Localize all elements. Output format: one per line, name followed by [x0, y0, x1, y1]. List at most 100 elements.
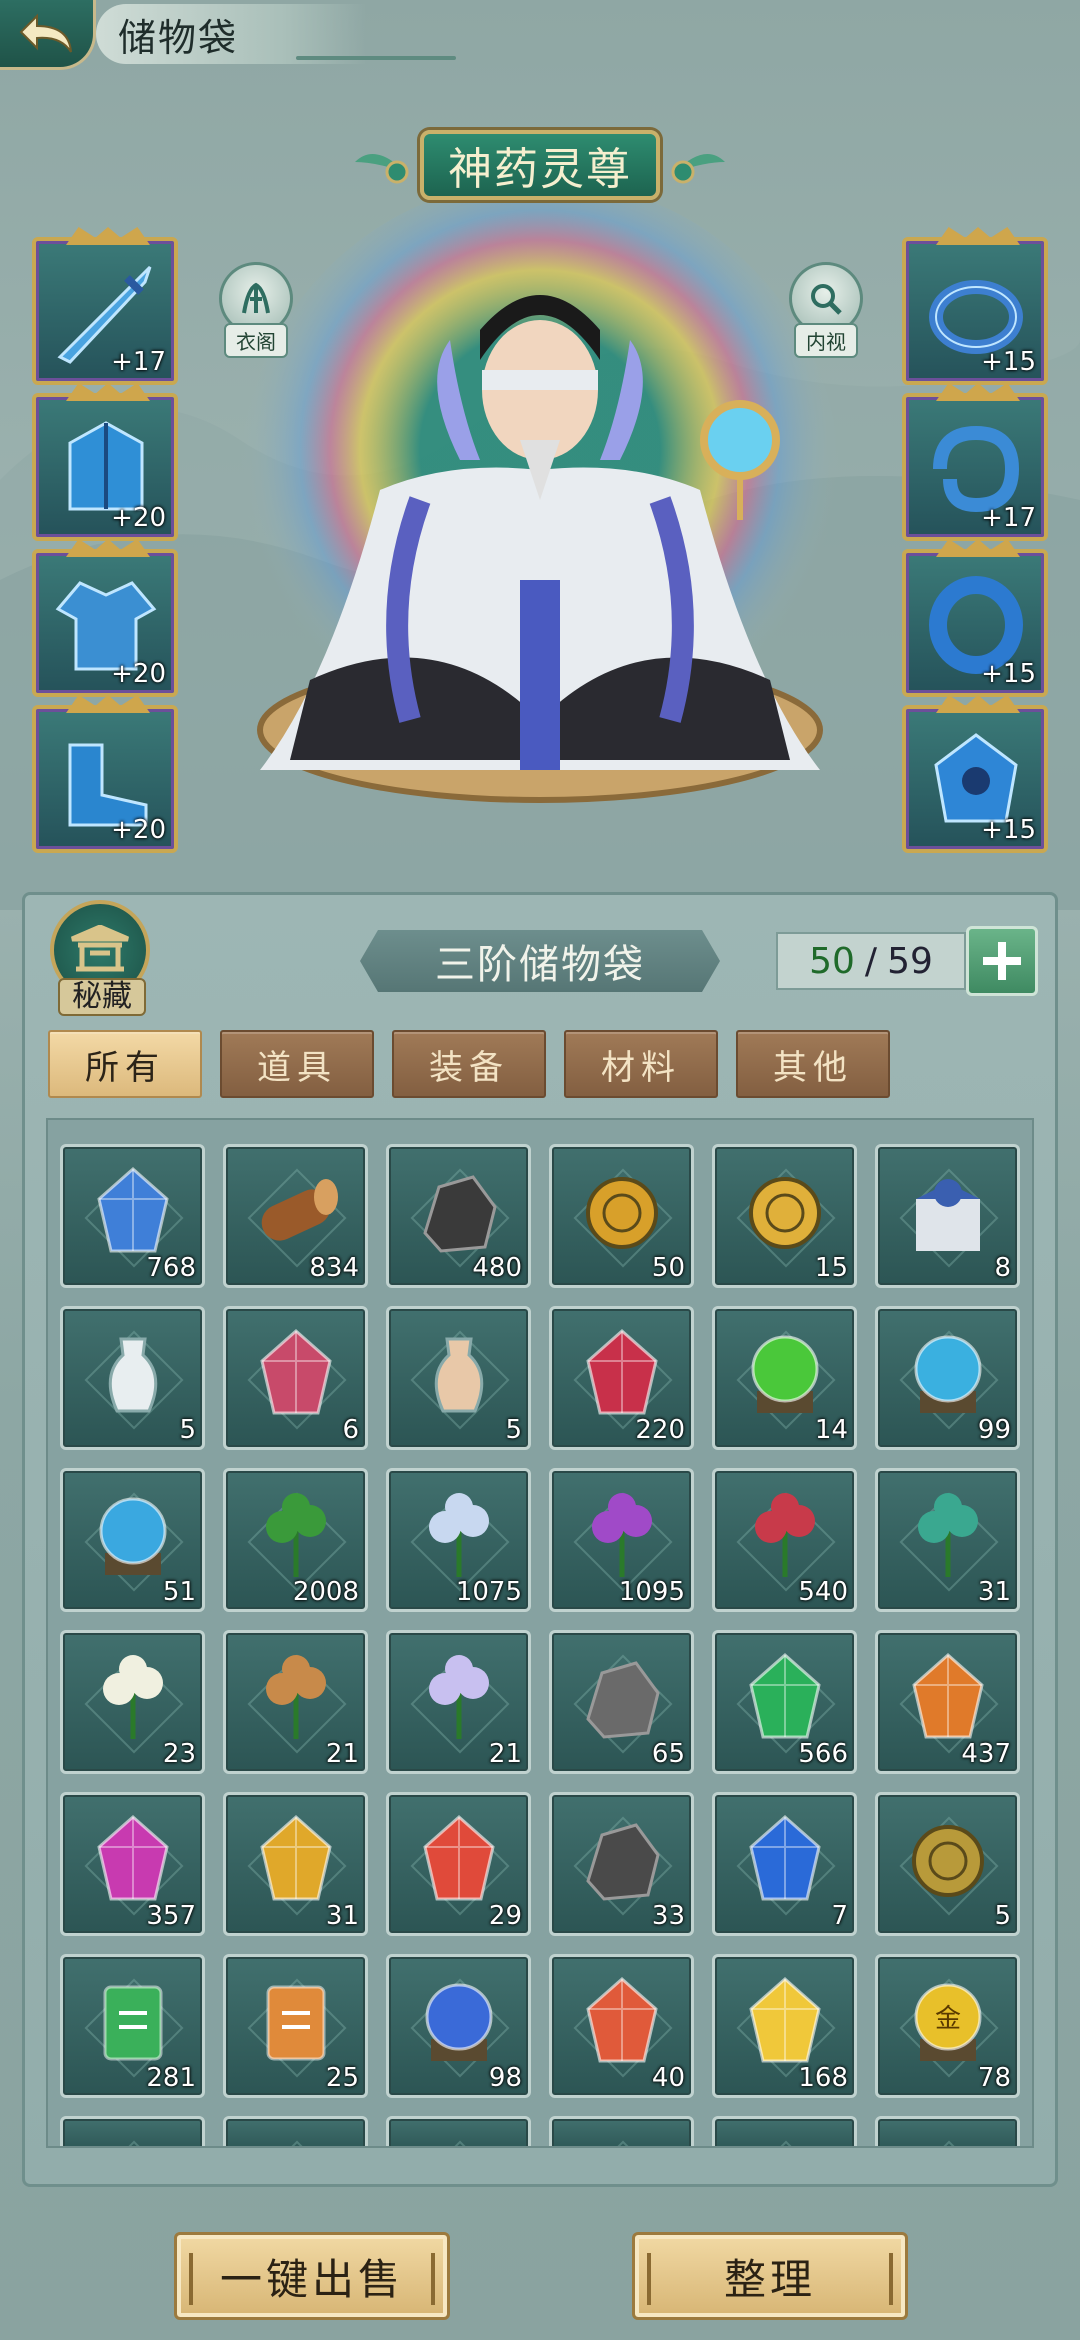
item-count: 7: [831, 1901, 848, 1931]
item-count: 1075: [455, 1577, 522, 1607]
inventory-item-partial[interactable]: [223, 2116, 368, 2146]
sort-label: 整理: [723, 2254, 816, 2304]
inventory-item[interactable]: 65: [549, 1630, 694, 1774]
inventory-item[interactable]: 5: [386, 1306, 531, 1450]
inventory-item[interactable]: 21: [386, 1630, 531, 1774]
inventory-item[interactable]: 40: [549, 1954, 694, 2098]
tab-all[interactable]: 所有: [48, 1030, 202, 1098]
red-crystal-icon: [260, 1328, 332, 1415]
equipment-slot-robe[interactable]: +20: [32, 539, 178, 697]
inventory-grid-scroll[interactable]: 768 834 480 50 15 8 5 6 5 220 14 99 51 2008 1075 1095 54…: [46, 1118, 1034, 2148]
inventory-item[interactable]: 480: [386, 1144, 531, 1288]
inventory-item[interactable]: 5: [60, 1306, 205, 1450]
inventory-item[interactable]: 50: [549, 1144, 694, 1288]
inventory-item-partial[interactable]: [875, 2116, 1020, 2146]
inventory-item-partial[interactable]: [712, 2116, 857, 2146]
right-leaf-ornament-icon: [671, 154, 725, 184]
item-count: 65: [651, 1739, 685, 1769]
item-count: 768: [146, 1253, 196, 1283]
item-count: 2008: [292, 1577, 359, 1607]
gold-medallion-icon: [749, 1177, 821, 1249]
inventory-item[interactable]: 31: [223, 1792, 368, 1936]
inventory-item[interactable]: 5: [875, 1792, 1020, 1936]
inventory-item[interactable]: 98: [386, 1954, 531, 2098]
equipment-slot-boots[interactable]: +20: [32, 695, 178, 853]
inventory-item[interactable]: 6: [223, 1306, 368, 1450]
item-count: 15: [814, 1253, 848, 1283]
inventory-item[interactable]: 33: [549, 1792, 694, 1936]
inventory-item[interactable]: 14: [712, 1306, 857, 1450]
equipment-slot-weapon[interactable]: +17: [32, 227, 178, 385]
gold-seal-icon: 金: [914, 1983, 982, 2061]
inventory-item[interactable]: 23: [60, 1630, 205, 1774]
inspect-button[interactable]: 内视: [786, 262, 866, 358]
inventory-item[interactable]: 437: [875, 1630, 1020, 1774]
inventory-item[interactable]: 357: [60, 1792, 205, 1936]
left-leaf-ornament-icon: [355, 154, 409, 184]
equipment-slot-armor[interactable]: +20: [32, 383, 178, 541]
item-count: 5: [994, 1901, 1011, 1931]
tab-others[interactable]: 其他: [736, 1030, 890, 1098]
rank-title: 神药灵尊: [420, 130, 660, 200]
inventory-item[interactable]: 540: [712, 1468, 857, 1612]
sort-button[interactable]: 整理: [632, 2232, 908, 2320]
inventory-item-partial[interactable]: [549, 2116, 694, 2146]
inventory-item[interactable]: 1095: [549, 1468, 694, 1612]
inventory-item[interactable]: 834: [223, 1144, 368, 1288]
yellow-crystal-icon: [749, 1976, 821, 2063]
inventory-item[interactable]: 金 78: [875, 1954, 1020, 2098]
item-count: 437: [961, 1739, 1011, 1769]
inventory-item[interactable]: 566: [712, 1630, 857, 1774]
inventory-item[interactable]: 8: [875, 1144, 1020, 1288]
item-count: 99: [977, 1415, 1011, 1445]
back-button[interactable]: [0, 0, 96, 70]
item-count: 50: [651, 1253, 685, 1283]
item-count: 168: [798, 2063, 848, 2093]
inventory-item[interactable]: 99: [875, 1306, 1020, 1450]
gift-box-icon: [916, 1179, 980, 1251]
inventory-item[interactable]: 31: [875, 1468, 1020, 1612]
green-orb-icon: [751, 1335, 819, 1413]
inventory-item[interactable]: 29: [386, 1792, 531, 1936]
equipment-slot-ring[interactable]: +15: [902, 227, 1048, 385]
inventory-item[interactable]: 768: [60, 1144, 205, 1288]
expand-capacity-button[interactable]: [966, 926, 1038, 996]
inventory-item[interactable]: 51: [60, 1468, 205, 1612]
capacity-separator: /: [864, 940, 878, 982]
capacity-current: 50: [809, 940, 855, 982]
inventory-item[interactable]: 21: [223, 1630, 368, 1774]
inventory-item-partial[interactable]: [386, 2116, 531, 2146]
equipment-slot-bracelet[interactable]: +15: [902, 539, 1048, 697]
tab-props[interactable]: 道具: [220, 1030, 374, 1098]
cyan-orb-icon: [99, 1497, 167, 1575]
bag-title: 三阶储物袋: [360, 930, 720, 992]
secret-stash-label: 秘藏: [58, 978, 146, 1016]
crystal-lotus-icon: [429, 1655, 489, 1739]
item-count: 5: [179, 1415, 196, 1445]
inventory-item[interactable]: 2008: [223, 1468, 368, 1612]
fire-crystal-icon: [423, 1814, 495, 1901]
green-herb-icon: [266, 1493, 326, 1577]
equipment-slot-talisman[interactable]: +15: [902, 695, 1048, 853]
item-count: 357: [146, 1901, 196, 1931]
item-count: 14: [814, 1415, 848, 1445]
inventory-item[interactable]: 15: [712, 1144, 857, 1288]
item-count: 480: [472, 1253, 522, 1283]
inventory-item-partial[interactable]: [60, 2116, 205, 2146]
dark-ore-icon: [586, 1823, 660, 1901]
inventory-item[interactable]: 168: [712, 1954, 857, 2098]
item-count: 40: [651, 2063, 685, 2093]
wardrobe-button[interactable]: 衣阁: [216, 262, 296, 358]
equipment-slot-amulet[interactable]: +17: [902, 383, 1048, 541]
inventory-item[interactable]: 25: [223, 1954, 368, 2098]
item-count: 29: [488, 1901, 522, 1931]
inventory-item[interactable]: 7: [712, 1792, 857, 1936]
blue-swirl-orb-icon: [425, 1983, 493, 2061]
tab-materials[interactable]: 材料: [564, 1030, 718, 1098]
inventory-item[interactable]: 220: [549, 1306, 694, 1450]
inventory-item[interactable]: 1075: [386, 1468, 531, 1612]
secret-stash-button[interactable]: 秘藏: [50, 900, 154, 1024]
inventory-item[interactable]: 281: [60, 1954, 205, 2098]
tab-equipment[interactable]: 装备: [392, 1030, 546, 1098]
sell-all-button[interactable]: 一键出售: [174, 2232, 450, 2320]
